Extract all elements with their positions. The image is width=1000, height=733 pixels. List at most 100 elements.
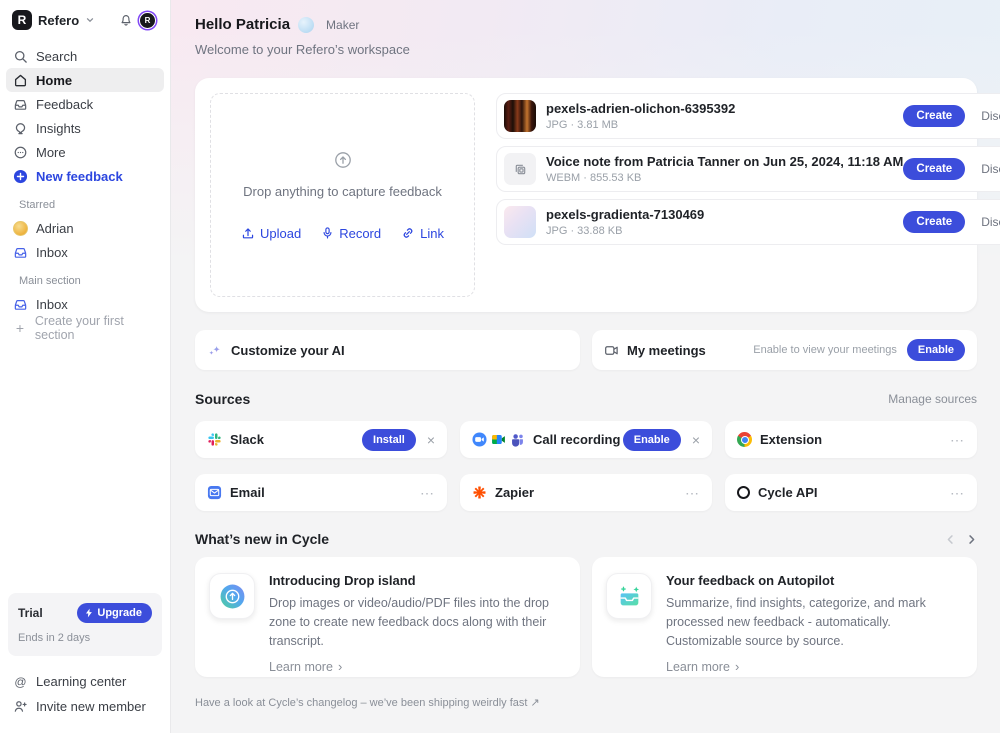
carousel-next-icon[interactable] [966,534,977,545]
notifications-bell-icon[interactable] [119,13,133,27]
news-body: Summarize, find insights, categorize, an… [666,594,961,650]
workspace-switcher[interactable]: R Refero R [0,8,170,38]
enable-meetings-button[interactable]: Enable [907,339,965,361]
capture-meta: JPG · 33.88 KB [546,225,704,237]
sidebar-item-adrian[interactable]: Adrian [6,216,164,240]
learn-more-link[interactable]: Learn more › [666,659,961,674]
plus-circle-icon [13,169,28,184]
section-title-starred: Starred [6,188,164,216]
workspace-logo: R [12,10,32,30]
capture-row: Voice note from Patricia Tanner on Jun 2… [496,146,1000,192]
discard-button[interactable]: Discard [981,215,1000,229]
news-body: Drop images or video/audio/PDF files int… [269,594,564,650]
home-icon [13,73,28,88]
sidebar-item-feedback[interactable]: Feedback [6,92,164,116]
sidebar-item-label: Feedback [36,97,93,112]
plus-icon: + [13,320,27,336]
customize-ai-card[interactable]: Customize your AI [195,330,580,370]
chrome-icon [737,432,752,447]
at-circle-icon: @ [13,675,28,689]
create-button[interactable]: Create [903,158,965,180]
my-meetings-label: My meetings [627,343,706,358]
microphone-icon [321,226,334,240]
sidebar-item-label: Inbox [36,297,68,312]
discard-button[interactable]: Discard [981,162,1000,176]
capture-meta: JPG · 3.81 MB [546,119,735,131]
drop-zone[interactable]: Drop anything to capture feedback Upload… [210,93,475,297]
sidebar-item-label: Home [36,73,72,88]
sidebar-item-home[interactable]: Home [6,68,164,92]
learning-center-link[interactable]: @ Learning center [8,669,162,694]
chevron-right-icon: › [338,659,342,674]
capture-list: pexels-adrien-olichon-6395392 JPG · 3.81… [496,93,1000,297]
main-area: Hello Patricia Maker Welcome to your Ref… [171,0,1000,733]
upload-icon [241,226,255,240]
invite-member-label: Invite new member [36,699,146,714]
create-section-button[interactable]: + Create your first section [6,316,164,340]
upgrade-button[interactable]: Upgrade [77,603,152,623]
invite-member-link[interactable]: Invite new member [8,694,162,719]
record-button[interactable]: Record [321,226,381,241]
inbox-blue-icon [13,297,28,312]
source-card-cycle-api: Cycle API ⋯ [725,474,977,511]
more-menu-icon[interactable]: ⋯ [420,486,435,500]
discard-button[interactable]: Discard [981,109,1000,123]
capture-title: pexels-adrien-olichon-6395392 [546,101,735,116]
role-badge: Maker [326,18,359,32]
sidebar-item-inbox-starred[interactable]: Inbox [6,240,164,264]
changelog-link[interactable]: Have a look at Cycle’s changelog – we’ve… [195,696,977,709]
new-feedback-button[interactable]: New feedback [6,164,164,188]
sources-title: Sources [195,391,250,407]
page-title: Hello Patricia [195,16,290,33]
sidebar-item-more[interactable]: More [6,140,164,164]
create-button[interactable]: Create [903,105,965,127]
my-meetings-card: My meetings Enable to view your meetings… [592,330,977,370]
zoom-app-icon [472,432,487,447]
zapier-icon [472,485,487,500]
more-menu-icon[interactable]: ⋯ [950,486,965,500]
install-slack-button[interactable]: Install [362,429,416,451]
source-card-zapier: Zapier ⋯ [460,474,712,511]
autopilot-inbox-icon [606,573,652,619]
inbox-icon [13,97,28,112]
more-menu-icon[interactable]: ⋯ [685,486,700,500]
sidebar-item-inbox-main[interactable]: Inbox [6,292,164,316]
news-card-drop-island: Introducing Drop island Drop images or v… [195,557,580,677]
source-label: Extension [760,432,822,447]
drop-zone-text: Drop anything to capture feedback [243,184,442,199]
more-menu-icon[interactable]: ⋯ [950,433,965,447]
sidebar: R Refero R Search Home Feedback Insights… [0,0,171,733]
external-link-icon: ↗ [531,697,540,709]
sidebar-bottom: Trial Upgrade Ends in 2 days @ Learning … [0,593,170,719]
news-card-autopilot: Your feedback on Autopilot Summarize, fi… [592,557,977,677]
user-avatar[interactable]: R [139,12,156,29]
source-card-extension: Extension ⋯ [725,421,977,458]
drop-island-icon [209,573,255,619]
link-button[interactable]: Link [401,226,444,241]
sidebar-item-insights[interactable]: Insights [6,116,164,140]
capture-row: pexels-gradienta-7130469 JPG · 33.88 KB … [496,199,1000,245]
video-camera-icon [604,343,619,358]
capture-title: Voice note from Patricia Tanner on Jun 2… [546,154,903,169]
carousel-prev-icon[interactable] [945,534,956,545]
close-icon[interactable]: × [692,433,700,447]
source-label: Cycle API [758,485,818,500]
upload-button[interactable]: Upload [241,226,301,241]
enable-call-recording-button[interactable]: Enable [623,429,681,451]
image-thumbnail [504,100,536,132]
source-label: Zapier [495,485,534,500]
close-icon[interactable]: × [427,433,435,447]
person-plus-icon [13,699,28,714]
lightning-icon [85,608,93,618]
search-icon [13,49,28,64]
customize-ai-label: Customize your AI [231,343,345,358]
sidebar-item-label: More [36,145,66,160]
manage-sources-link[interactable]: Manage sources [888,392,977,406]
sidebar-item-search[interactable]: Search [6,44,164,68]
sources-grid: Slack Install × Call recording Enable × [195,421,977,511]
chevron-right-icon: › [735,659,739,674]
learn-more-link[interactable]: Learn more › [269,659,564,674]
link-icon [401,226,415,240]
capture-title: pexels-gradienta-7130469 [546,207,704,222]
create-button[interactable]: Create [903,211,965,233]
